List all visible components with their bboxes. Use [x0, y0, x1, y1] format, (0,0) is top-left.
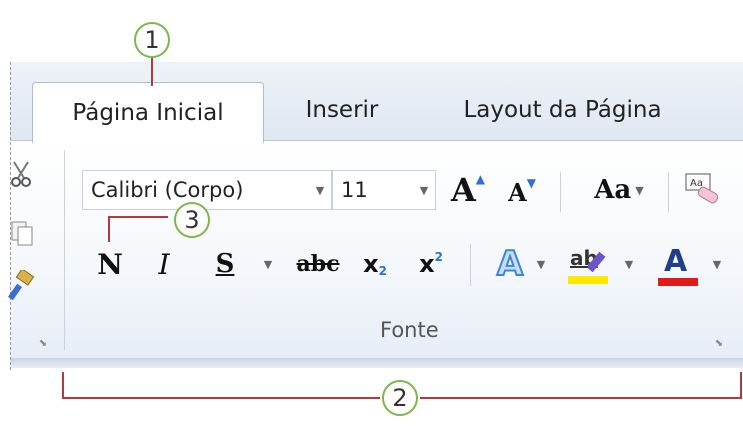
- italic-button[interactable]: I: [146, 242, 182, 286]
- callout-2-bracket-right: [740, 372, 742, 398]
- separator: [668, 172, 669, 212]
- change-case-button[interactable]: Aa ▼: [580, 170, 658, 210]
- clear-formatting-icon[interactable]: Aa: [684, 172, 724, 210]
- callout-1-line: [151, 58, 153, 86]
- chevron-down-icon[interactable]: ▼: [532, 242, 550, 286]
- tab-layout-da-pagina[interactable]: Layout da Página: [435, 80, 690, 140]
- chevron-down-icon[interactable]: ▼: [413, 184, 435, 197]
- clipboard-dialog-launcher-icon[interactable]: ⬊: [36, 336, 50, 350]
- text-effects-button[interactable]: A: [490, 242, 530, 286]
- highlight-color-bar: [568, 276, 608, 284]
- bold-button[interactable]: N: [92, 242, 128, 286]
- tab-pagina-inicial[interactable]: Página Inicial: [32, 82, 264, 143]
- chevron-down-icon: ▼: [635, 183, 644, 197]
- font-name-combobox[interactable]: Calibri (Corpo) ▼: [82, 170, 332, 210]
- highlighter-pen-icon: [588, 251, 606, 272]
- font-dialog-launcher-icon[interactable]: ⬊: [712, 336, 726, 350]
- arrow-down-icon: ▼: [526, 176, 536, 190]
- font-color-glyph: A: [664, 244, 688, 279]
- cut-icon[interactable]: [10, 160, 34, 188]
- callout-2-bracket-line-left: [62, 397, 380, 399]
- callout-3-line-h: [108, 216, 168, 218]
- chevron-down-icon[interactable]: ▼: [708, 242, 726, 286]
- separator: [560, 172, 561, 212]
- copy-icon[interactable]: [10, 218, 34, 246]
- screenshot-dashed-edge: [10, 62, 11, 370]
- subscript-mark: 2: [378, 264, 387, 278]
- subscript-button[interactable]: x2: [352, 242, 398, 286]
- tab-inserir[interactable]: Inserir: [282, 80, 402, 140]
- underline-button[interactable]: S: [200, 242, 250, 286]
- text-highlight-button[interactable]: ab: [566, 246, 618, 286]
- callout-1: 1: [134, 22, 170, 58]
- shrink-font-button[interactable]: A ▼: [502, 172, 542, 212]
- font-name-value: Calibri (Corpo): [91, 178, 244, 202]
- superscript-mark: 2: [434, 250, 443, 264]
- font-color-bar: [658, 278, 698, 286]
- superscript-button[interactable]: x2: [408, 242, 454, 286]
- strikethrough-button[interactable]: abc: [290, 242, 346, 286]
- format-painter-icon[interactable]: [8, 270, 36, 304]
- chevron-down-icon[interactable]: ▼: [258, 242, 278, 286]
- separator: [470, 244, 471, 286]
- chevron-down-icon[interactable]: ▼: [309, 184, 331, 197]
- callout-3: 3: [174, 202, 210, 238]
- font-size-value: 11: [341, 178, 368, 202]
- font-color-button[interactable]: A: [656, 244, 702, 288]
- font-group-label: Fonte: [380, 318, 439, 342]
- ribbon-bottom-edge: [10, 358, 743, 368]
- chevron-down-icon[interactable]: ▼: [620, 242, 638, 286]
- callout-2-bracket-line-right: [420, 397, 742, 399]
- group-separator: [64, 150, 65, 350]
- grow-font-button[interactable]: A ▲: [448, 170, 488, 210]
- font-size-combobox[interactable]: 11 ▼: [332, 170, 436, 210]
- callout-2-bracket-left: [62, 372, 64, 398]
- callout-2: 2: [382, 380, 418, 416]
- callout-3-line-v: [108, 216, 110, 242]
- arrow-up-icon: ▲: [475, 172, 486, 186]
